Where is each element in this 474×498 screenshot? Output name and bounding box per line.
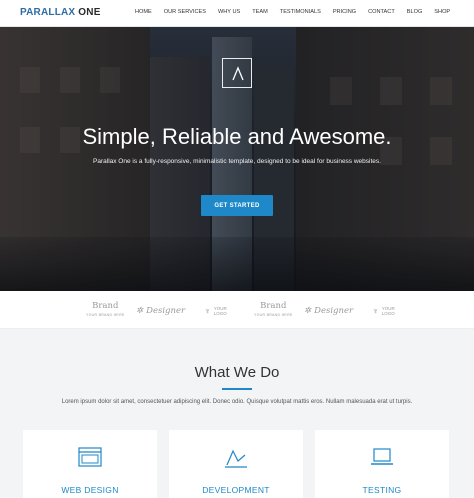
hero-title: Simple, Reliable and Awesome. xyxy=(82,124,392,149)
logo-part1: PARALLAX xyxy=(20,7,76,18)
footprint-icon: ♆ xyxy=(204,306,211,316)
client-logo-brand[interactable]: Brand YOUR BRAND HERE xyxy=(254,302,293,320)
get-started-button[interactable]: GET STARTED xyxy=(201,195,273,216)
laptop-icon xyxy=(370,447,394,472)
service-card-web-design[interactable]: WEB DESIGN xyxy=(23,430,157,498)
logo-part2: ONE xyxy=(78,7,101,18)
section-title: What We Do xyxy=(194,364,280,381)
client-brand-small: YOUR BRAND HERE xyxy=(86,313,125,317)
client-designer-text: Designer xyxy=(314,306,354,316)
client-brand-text: Brand xyxy=(260,301,287,311)
client-brand-small: YOUR BRAND HERE xyxy=(254,313,293,317)
nav-item-pricing[interactable]: PRICING xyxy=(333,9,356,15)
nav-item-why-us[interactable]: WHY US xyxy=(218,9,240,15)
nav-item-testimonials[interactable]: TESTIMONIALS xyxy=(280,9,321,15)
chart-icon xyxy=(224,447,248,474)
service-card-development[interactable]: DEVELOPMENT xyxy=(169,430,303,498)
footprint-icon: ♆ xyxy=(372,306,379,316)
main-nav: HOME OUR SERVICES WHY US TEAM TESTIMONIA… xyxy=(135,9,450,15)
what-we-do-section: What We Do Lorem ipsum dolor sit amet, c… xyxy=(0,329,474,498)
a-logo-icon xyxy=(222,58,252,88)
nav-item-blog[interactable]: BLOG xyxy=(407,9,423,15)
client-brand-text: Brand xyxy=(92,301,119,311)
nav-item-contact[interactable]: CONTACT xyxy=(368,9,395,15)
site-header: PARALLAX ONE HOME OUR SERVICES WHY US TE… xyxy=(0,0,474,27)
client-logo-your-logo[interactable]: ♆ YOUR LOGO xyxy=(204,302,227,320)
nav-item-our-services[interactable]: OUR SERVICES xyxy=(164,9,206,15)
nav-item-team[interactable]: TEAM xyxy=(252,9,268,15)
client-your-line2: LOGO xyxy=(213,311,227,316)
section-divider xyxy=(222,388,252,390)
client-designer-text: Designer xyxy=(146,306,186,316)
service-card-testing[interactable]: TESTING xyxy=(315,430,449,498)
gear-icon: ✲ xyxy=(304,306,312,316)
service-label: DEVELOPMENT xyxy=(202,485,270,495)
nav-item-shop[interactable]: SHOP xyxy=(434,9,450,15)
nav-item-home[interactable]: HOME xyxy=(135,9,152,15)
service-label: TESTING xyxy=(362,485,402,495)
section-description: Lorem ipsum dolor sit amet, consectetuer… xyxy=(61,399,413,405)
site-logo[interactable]: PARALLAX ONE xyxy=(20,7,101,18)
client-logos: Brand YOUR BRAND HERE ✲ Designer ♆ YOUR … xyxy=(0,291,474,329)
client-logo-your-logo[interactable]: ♆ YOUR LOGO xyxy=(372,302,395,320)
client-logo-designer[interactable]: ✲ Designer xyxy=(304,302,353,320)
hero-subtitle: Parallax One is a fully-responsive, mini… xyxy=(93,158,381,165)
service-label: WEB DESIGN xyxy=(61,485,119,495)
client-logo-brand[interactable]: Brand YOUR BRAND HERE xyxy=(86,302,125,320)
client-your-line2: LOGO xyxy=(381,311,395,316)
hero-section: Simple, Reliable and Awesome. Parallax O… xyxy=(0,27,474,291)
client-logo-designer[interactable]: ✲ Designer xyxy=(136,302,185,320)
browser-icon xyxy=(78,447,102,472)
gear-icon: ✲ xyxy=(136,306,144,316)
